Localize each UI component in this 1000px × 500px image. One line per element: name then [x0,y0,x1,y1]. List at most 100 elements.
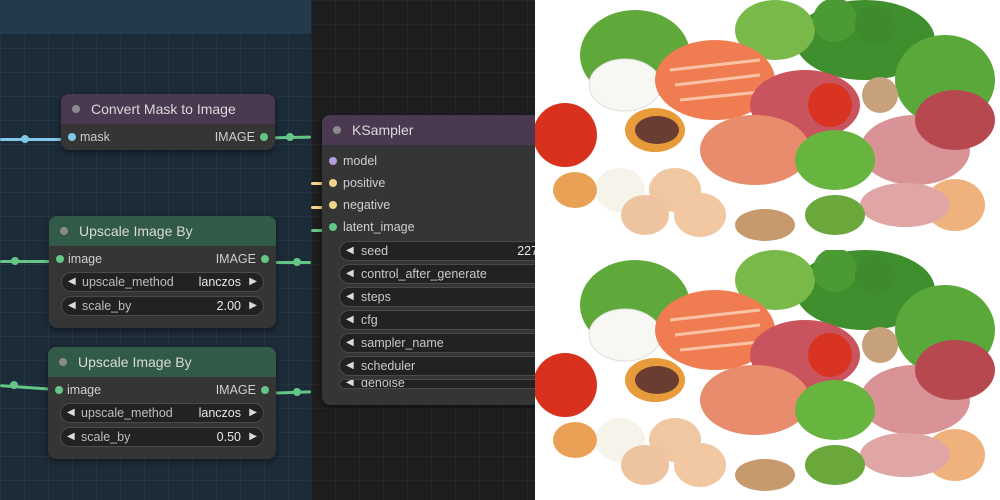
convert-mask-title-bar[interactable]: Convert Mask to Image [61,94,275,124]
upscale-image-node-2[interactable]: Upscale Image By image IMAGE ◀ upscale_m… [48,347,276,459]
input-label: negative [343,198,391,212]
output-label: IMAGE [214,130,255,144]
upscale2-input-reroute[interactable] [10,381,18,389]
positive-input-socket[interactable] [329,179,337,187]
scale-by-number[interactable]: ◀ scale_by 0.50 ▶ [60,427,264,447]
arrow-left-icon[interactable]: ◀ [346,265,354,283]
steps-widget[interactable]: ◀ steps [339,287,535,307]
scheduler-widget[interactable]: ◀ scheduler [339,356,535,376]
model-input-row: model [322,150,535,172]
collapse-dot-icon[interactable] [60,227,68,235]
scale-by-number[interactable]: ◀ scale_by 2.00 ▶ [61,296,264,316]
mask-input-socket[interactable] [68,133,76,141]
input-label: model [343,154,378,168]
node-title: Upscale Image By [78,354,192,370]
food-image-bottom [535,250,1000,500]
node-title: Upscale Image By [79,223,193,239]
negative-input-row: negative [322,194,535,216]
upscale2-input-wire [0,384,55,391]
control-after-generate-widget[interactable]: ◀ control_after_generate [339,264,535,284]
convert-output-reroute[interactable] [286,133,294,141]
image-input-socket[interactable] [56,255,64,263]
arrow-left-icon[interactable]: ◀ [346,380,354,388]
negative-input-socket[interactable] [329,201,337,209]
arrow-right-icon[interactable]: ▶ [249,297,257,315]
widget-name: sampler_name [361,336,444,350]
denoise-widget[interactable]: ◀ denoise [339,379,535,389]
cfg-widget[interactable]: ◀ cfg [339,310,535,330]
widget-name: scale_by [82,299,132,313]
upscale-title-bar[interactable]: Upscale Image By [48,347,276,377]
collapse-dot-icon[interactable] [333,126,341,134]
upscale2-output-wire [271,390,311,395]
input-label: image [68,252,103,266]
collapse-dot-icon[interactable] [59,358,67,366]
upscale-title-bar[interactable]: Upscale Image By [49,216,276,246]
arrow-right-icon[interactable]: ▶ [249,273,257,291]
widget-value: 22776 [517,244,535,258]
ksampler-node[interactable]: KSampler model positive negative latent_… [322,115,535,405]
widget-value: 0.50 [216,430,241,444]
image-output-socket[interactable] [260,133,268,141]
input-label: positive [343,176,386,190]
widget-name: steps [361,290,391,304]
node-canvas-middle[interactable]: KSampler model positive negative latent_… [311,0,535,500]
output-label: IMAGE [215,383,256,397]
arrow-left-icon[interactable]: ◀ [67,404,75,422]
widget-value: lanczos [198,275,241,289]
arrow-left-icon[interactable]: ◀ [68,273,76,291]
image-output-socket[interactable] [261,255,269,263]
upscale1-output-wire [272,261,311,264]
image-input-socket[interactable] [55,386,63,394]
output-label: IMAGE [215,252,256,266]
image-preview-panel [535,0,1000,500]
widget-name: seed [361,244,389,258]
canvas-top-band [0,0,311,34]
ksampler-title-bar[interactable]: KSampler [322,115,535,145]
sampler-name-widget[interactable]: ◀ sampler_name [339,333,535,353]
upscale1-input-reroute[interactable] [11,257,19,265]
upscale-method-combo[interactable]: ◀ upscale_method lanczos ▶ [61,272,264,292]
upscale2-output-reroute[interactable] [293,388,301,396]
input-label: mask [80,130,110,144]
arrow-left-icon[interactable]: ◀ [346,311,354,329]
mask-wire-reroute[interactable] [21,135,29,143]
node-canvas-left[interactable]: Convert Mask to Image mask IMAGE Upscale… [0,0,311,500]
upscale-image-node-1[interactable]: Upscale Image By image IMAGE ◀ upscale_m… [49,216,276,328]
arrow-left-icon[interactable]: ◀ [68,297,76,315]
widget-value: lanczos [198,406,241,420]
arrow-left-icon[interactable]: ◀ [346,334,354,352]
latent-input-socket[interactable] [329,223,337,231]
food-illustration [535,0,995,241]
food-image-top [535,0,1000,250]
positive-input-row: positive [322,172,535,194]
arrow-left-icon[interactable]: ◀ [67,428,75,446]
node-title: Convert Mask to Image [91,101,236,117]
input-label: image [67,383,102,397]
input-label: latent_image [343,220,415,234]
widget-name: denoise [361,379,405,389]
widget-name: scheduler [361,359,416,373]
arrow-left-icon[interactable]: ◀ [346,242,354,260]
upscale1-input-wire [0,260,54,263]
widget-value: 2.00 [216,299,241,313]
arrow-left-icon[interactable]: ◀ [346,357,354,375]
arrow-right-icon[interactable]: ▶ [249,404,257,422]
arrow-right-icon[interactable]: ▶ [249,428,257,446]
seed-widget[interactable]: ◀ seed 22776 [339,241,535,261]
mask-wire [0,138,64,141]
latent-input-row: latent_image [322,216,535,238]
convert-mask-node[interactable]: Convert Mask to Image mask IMAGE [61,94,275,150]
arrow-left-icon[interactable]: ◀ [346,288,354,306]
collapse-dot-icon[interactable] [72,105,80,113]
image-output-socket[interactable] [261,386,269,394]
model-input-socket[interactable] [329,157,337,165]
widget-name: control_after_generate [361,267,487,281]
upscale-method-combo[interactable]: ◀ upscale_method lanczos ▶ [60,403,264,423]
node-title: KSampler [352,122,414,138]
food-illustration [535,250,995,491]
widget-name: upscale_method [82,275,174,289]
widget-name: upscale_method [81,406,173,420]
upscale1-output-reroute[interactable] [293,258,301,266]
widget-name: scale_by [81,430,131,444]
